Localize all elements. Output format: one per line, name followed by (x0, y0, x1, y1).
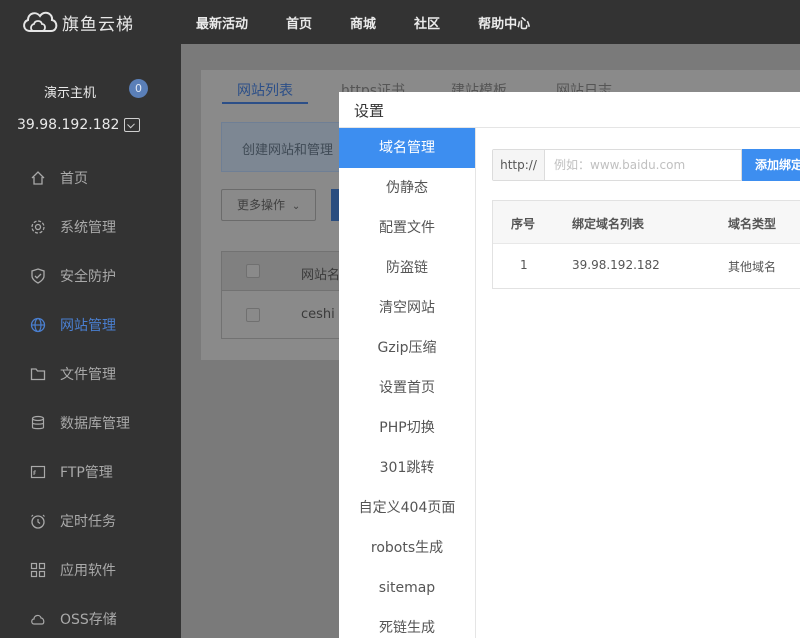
sidebar-item-label: 系统管理 (60, 220, 116, 236)
menu-item-404[interactable]: 自定义404页面 (339, 488, 475, 528)
host-count-badge: 0 (129, 79, 148, 98)
sidebar (0, 44, 181, 638)
topnav-item-community[interactable]: 社区 (414, 13, 440, 32)
domain-input[interactable] (546, 150, 741, 180)
column-header-index: 序号 (511, 217, 536, 231)
menu-item-rewrite[interactable]: 伪静态 (339, 168, 475, 208)
column-header-name: 网站名 (301, 268, 341, 283)
menu-item-domain[interactable]: 域名管理 (339, 128, 475, 168)
menu-item-sitemap[interactable]: sitemap (339, 568, 475, 608)
apps-icon (30, 562, 46, 578)
row-index: 1 (520, 258, 528, 272)
sidebar-item-label: 网站管理 (60, 318, 116, 334)
sidebar-item-label: FTP管理 (60, 465, 113, 481)
cloud-logo-icon (23, 11, 58, 32)
sidebar-item-files[interactable]: 文件管理 (30, 362, 116, 386)
shield-icon (31, 268, 45, 284)
folder-icon (30, 368, 46, 381)
column-header-type: 域名类型 (728, 217, 777, 231)
site-table-header: 网站名 (221, 251, 341, 291)
sidebar-item-label: OSS存储 (60, 612, 117, 628)
notice-text: 创建网站和管理 (242, 143, 334, 158)
domain-table: 序号 绑定域名列表 域名类型 1 39.98.192.182 其他域名 (492, 200, 800, 289)
menu-item-robots[interactable]: robots生成 (339, 528, 475, 568)
row-checkbox[interactable] (246, 308, 260, 322)
gear-icon (31, 220, 45, 234)
menu-item-301[interactable]: 301跳转 (339, 448, 475, 488)
domain-input-group: http:// (492, 149, 742, 181)
sidebar-item-label: 首页 (60, 171, 88, 187)
menu-item-gzip[interactable]: Gzip压缩 (339, 328, 475, 368)
row-domain-type: 其他域名 (728, 260, 777, 274)
active-tab-indicator (222, 102, 308, 104)
url-prefix: http:// (493, 150, 545, 180)
sidebar-item-oss[interactable]: OSS存储 (30, 607, 117, 631)
more-ops-dropdown[interactable]: 更多操作 ⌄ (221, 189, 316, 221)
sidebar-item-system[interactable]: 系统管理 (30, 215, 116, 239)
modal-title: 设置 (354, 102, 385, 120)
top-bar: 旗鱼云梯 最新活动 首页 商城 社区 帮助中心 (0, 0, 800, 44)
topnav-item-shop[interactable]: 商城 (350, 13, 376, 32)
sidebar-item-ftp[interactable]: FTP管理 (30, 460, 113, 484)
logo-text: 旗鱼云梯 (62, 14, 134, 35)
sidebar-item-cron[interactable]: 定时任务 (30, 509, 116, 533)
sidebar-item-label: 定时任务 (60, 514, 116, 530)
menu-item-hotlink[interactable]: 防盗链 (339, 248, 475, 288)
host-ip: 39.98.192.182 (17, 117, 120, 133)
sidebar-item-label: 数据库管理 (60, 416, 130, 432)
sidebar-item-security[interactable]: 安全防护 (30, 264, 116, 288)
database-icon (31, 415, 45, 430)
chevron-down-icon: ⌄ (291, 201, 301, 212)
host-name[interactable]: 演示主机 (44, 82, 96, 101)
add-binding-button[interactable]: 添加绑定 (742, 149, 800, 181)
menu-item-php[interactable]: PHP切换 (339, 408, 475, 448)
home-icon (31, 171, 45, 185)
top-nav: 最新活动 首页 商城 社区 帮助中心 (196, 0, 568, 44)
topnav-item-activities[interactable]: 最新活动 (196, 13, 248, 32)
topnav-item-home[interactable]: 首页 (286, 13, 312, 32)
globe-icon (30, 317, 46, 333)
terminal-icon[interactable] (124, 118, 140, 132)
column-header-domain: 绑定域名列表 (572, 217, 645, 231)
site-name[interactable]: ceshi (301, 307, 335, 322)
more-ops-label: 更多操作 (237, 198, 286, 212)
menu-item-homepage[interactable]: 设置首页 (339, 368, 475, 408)
table-row: ceshi (221, 291, 341, 339)
select-all-checkbox[interactable] (246, 264, 260, 278)
row-domain: 39.98.192.182 (572, 258, 660, 272)
sidebar-item-label: 应用软件 (60, 563, 116, 579)
cloud-storage-icon (31, 614, 45, 625)
sidebar-item-label: 安全防护 (60, 269, 116, 285)
logo[interactable]: 旗鱼云梯 (20, 6, 134, 38)
settings-modal: 设置 域名管理 伪静态 配置文件 防盗链 清空网站 Gzip压缩 设置首页 PH… (339, 92, 800, 638)
menu-item-config[interactable]: 配置文件 (339, 208, 475, 248)
tab-site-list[interactable]: 网站列表 (237, 80, 293, 100)
sidebar-item-label: 文件管理 (60, 367, 116, 383)
sidebar-item-apps[interactable]: 应用软件 (30, 558, 116, 582)
sidebar-item-website[interactable]: 网站管理 (30, 313, 116, 337)
sidebar-item-home[interactable]: 首页 (30, 166, 88, 190)
topnav-item-help[interactable]: 帮助中心 (478, 13, 530, 32)
settings-menu: 域名管理 伪静态 配置文件 防盗链 清空网站 Gzip压缩 设置首页 PHP切换… (339, 128, 476, 638)
menu-item-deadlink[interactable]: 死链生成 (339, 608, 475, 638)
sidebar-item-database[interactable]: 数据库管理 (30, 411, 130, 435)
menu-item-clear-site[interactable]: 清空网站 (339, 288, 475, 328)
clock-icon (31, 514, 45, 529)
ftp-icon (30, 465, 46, 479)
